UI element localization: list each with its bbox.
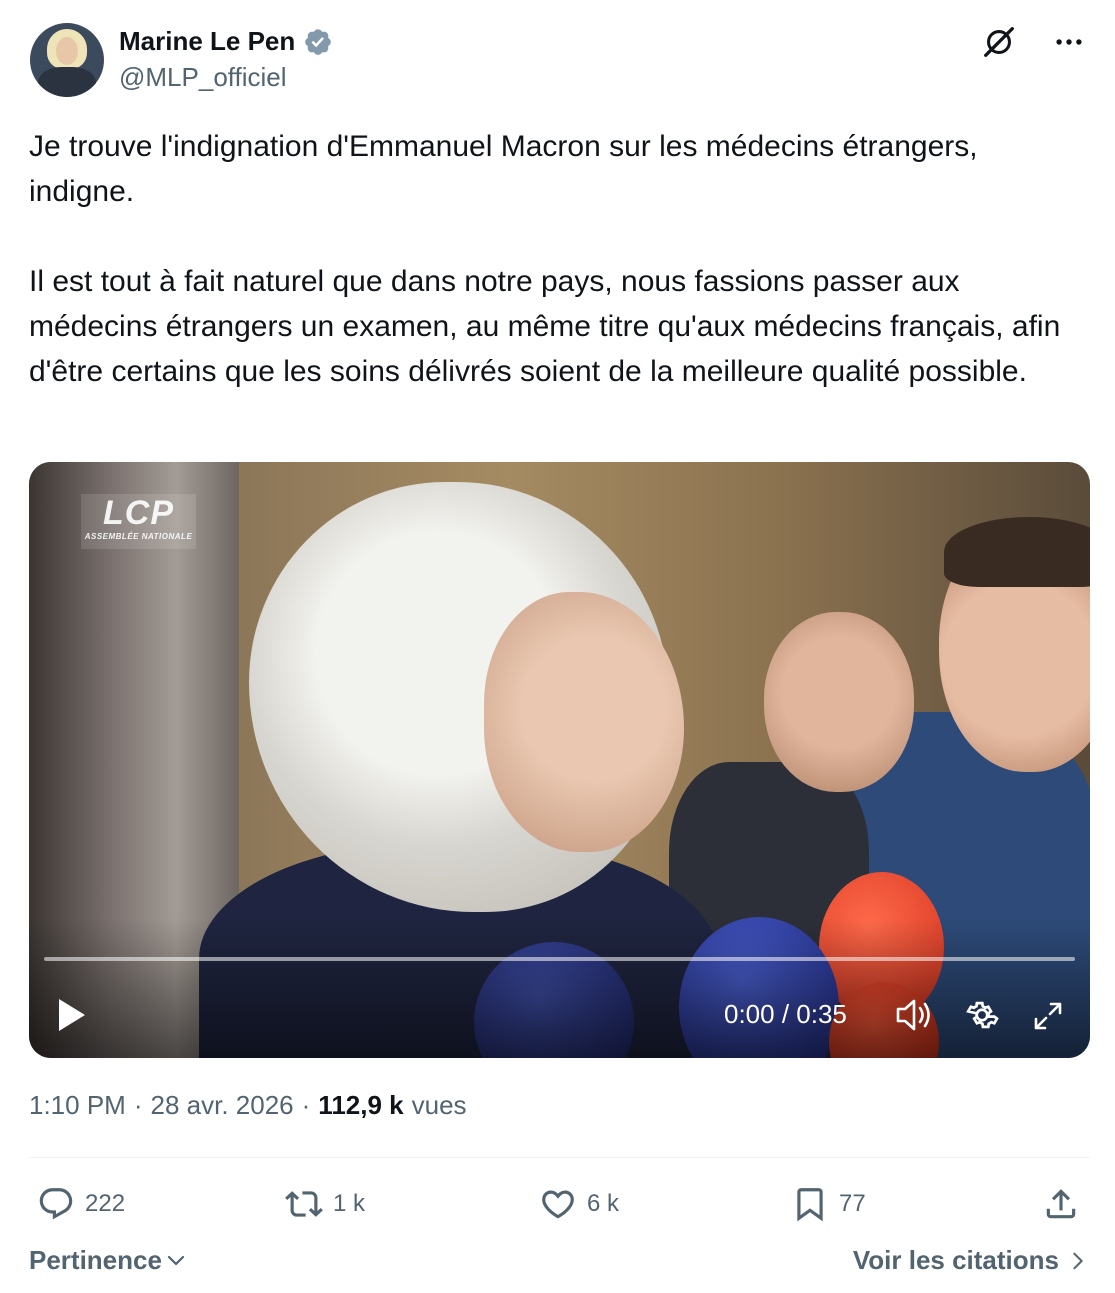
share-button[interactable] (1042, 1180, 1080, 1228)
fullscreen-icon[interactable] (1032, 1000, 1064, 1032)
verified-badge-icon[interactable] (303, 27, 333, 57)
repost-count: 1 k (333, 1190, 366, 1217)
reply-count: 222 (85, 1190, 126, 1217)
heart-icon (542, 1190, 574, 1219)
sort-label: Pertinence (29, 1245, 162, 1275)
video-progress-bar[interactable] (44, 957, 1075, 961)
sort-dropdown[interactable]: Pertinence (29, 1245, 188, 1276)
avatar[interactable] (30, 23, 104, 97)
bookmark-count: 77 (839, 1190, 866, 1217)
divider (29, 1157, 1090, 1158)
views-count: 112,9 k (318, 1090, 404, 1120)
tweet-text: Je trouve l'indignation d'Emmanuel Macro… (29, 130, 1061, 388)
reply-button[interactable]: 222 (37, 1180, 125, 1228)
chevron-down-icon (167, 1255, 185, 1265)
bookmark-icon (797, 1188, 823, 1222)
reply-icon (39, 1188, 73, 1220)
bookmark-button[interactable]: 77 (791, 1180, 866, 1228)
video-player[interactable]: LCP ASSEMBLÉE NATIONALE 0:00 / 0:35 (29, 462, 1090, 1058)
tweet-time[interactable]: 1:10 PM (29, 1090, 126, 1121)
like-button[interactable]: 6 k (539, 1180, 619, 1228)
settings-gear-icon[interactable] (964, 997, 1000, 1033)
tweet-date[interactable]: 28 avr. 2026 (151, 1090, 294, 1121)
more-icon[interactable] (1049, 22, 1089, 62)
video-watermark-logo: LCP ASSEMBLÉE NATIONALE (81, 494, 196, 549)
views-label: vues (411, 1090, 467, 1120)
view-quotes-link[interactable]: Voir les citations (853, 1245, 1089, 1276)
view-quotes-label: Voir les citations (852, 1245, 1059, 1275)
video-time: 0:00 / 0:35 (724, 999, 847, 1029)
volume-muted-icon[interactable] (895, 998, 933, 1032)
play-icon[interactable] (57, 998, 87, 1032)
like-count: 6 k (587, 1190, 620, 1217)
action-bar: 222 1 k 6 k 77 (29, 1180, 1090, 1228)
repost-button[interactable]: 1 k (285, 1180, 365, 1228)
share-icon (1046, 1189, 1076, 1219)
author-name[interactable]: Marine Le Pen (119, 26, 295, 57)
chevron-right-icon (1073, 1252, 1083, 1269)
grok-icon[interactable] (979, 22, 1019, 62)
tweet-meta: 1:10 PM · 28 avr. 2026 · 112,9 k vues (29, 1090, 467, 1121)
author-handle[interactable]: @MLP_officiel (119, 62, 287, 93)
repost-icon (285, 1191, 323, 1217)
author-name-row[interactable]: Marine Le Pen (119, 26, 333, 57)
